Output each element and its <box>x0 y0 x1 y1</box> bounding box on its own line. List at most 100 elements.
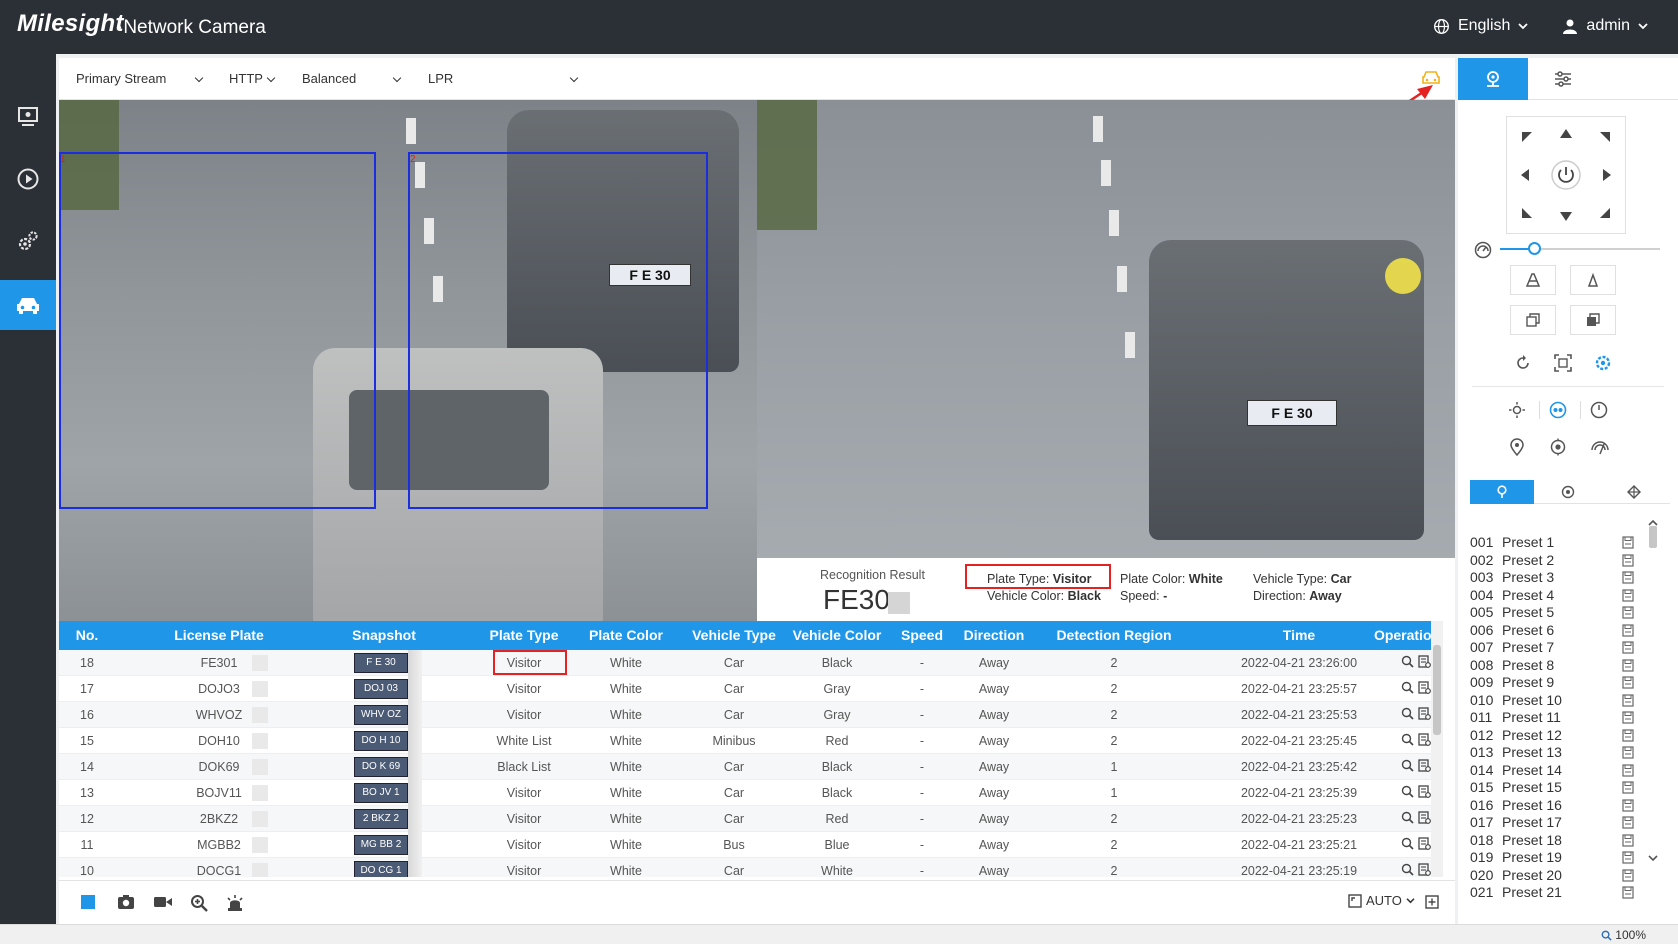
arrow-down-left-icon[interactable] <box>1522 208 1532 218</box>
preset-item[interactable]: 001 Preset 1 <box>1470 534 1640 552</box>
save-icon[interactable] <box>1622 816 1634 829</box>
quality-select[interactable]: Balanced <box>302 71 402 86</box>
ptz-speed-knob[interactable] <box>1528 242 1541 255</box>
tab-ptz-control[interactable] <box>1458 58 1528 100</box>
nav-live-view[interactable] <box>0 92 56 142</box>
3d-positioning-icon[interactable] <box>1549 401 1567 419</box>
preset-item[interactable]: 016 Preset 16 <box>1470 797 1640 815</box>
preset-item[interactable]: 018 Preset 18 <box>1470 832 1640 850</box>
arrow-up-right-icon[interactable] <box>1600 132 1610 142</box>
snapshot-thumbnail[interactable]: DOJ 03 <box>354 679 408 699</box>
preset-item[interactable]: 021 Preset 21 <box>1470 884 1640 902</box>
edit-list-icon[interactable] <box>1418 837 1431 850</box>
table-row[interactable]: 18 FE301 Visitor White Car Black - Away 2 2022-04… <box>59 650 1443 676</box>
save-icon[interactable] <box>1622 536 1634 549</box>
edit-list-icon[interactable] <box>1418 681 1431 694</box>
preset-item[interactable]: 012 Preset 12 <box>1470 727 1640 745</box>
preset-item[interactable]: 010 Preset 10 <box>1470 692 1640 710</box>
save-icon[interactable] <box>1622 763 1634 777</box>
edit-list-icon[interactable] <box>1418 785 1431 798</box>
search-icon[interactable] <box>1401 785 1414 798</box>
table-row[interactable]: 10 DOCG1 Visitor White Car White - Away 2 2022-04… <box>59 858 1443 877</box>
edit-list-icon[interactable] <box>1418 863 1431 876</box>
timer-icon[interactable] <box>1590 401 1608 419</box>
save-icon[interactable] <box>1622 711 1634 724</box>
refresh-icon[interactable] <box>1514 354 1532 372</box>
table-row[interactable]: 16 WHVOZ Visitor White Car Gray - Away 2 2022-04-… <box>59 702 1443 728</box>
save-icon[interactable] <box>1622 746 1634 759</box>
chevron-down-icon[interactable] <box>1648 854 1658 862</box>
save-icon[interactable] <box>1622 588 1634 602</box>
preset-item[interactable]: 011 Preset 11 <box>1470 709 1640 727</box>
preset-item[interactable]: 019 Preset 19 <box>1470 849 1640 867</box>
mode-select[interactable]: LPR <box>428 71 579 86</box>
wiper-icon[interactable] <box>1590 438 1610 456</box>
save-icon[interactable] <box>1622 851 1634 864</box>
preset-item[interactable]: 020 Preset 20 <box>1470 867 1640 885</box>
edit-list-icon[interactable] <box>1418 707 1431 720</box>
save-icon[interactable] <box>1622 693 1634 707</box>
fullscreen-icon[interactable] <box>1425 895 1439 909</box>
preset-item[interactable]: 014 Preset 14 <box>1470 762 1640 780</box>
save-icon[interactable] <box>1622 676 1634 689</box>
preset-scrollbar-thumb[interactable] <box>1649 526 1657 548</box>
search-icon[interactable] <box>1401 655 1414 668</box>
preset-item[interactable]: 006 Preset 6 <box>1470 622 1640 640</box>
preset-item[interactable]: 009 Preset 9 <box>1470 674 1640 692</box>
save-icon[interactable] <box>1622 623 1634 637</box>
arrow-down-icon[interactable] <box>1560 212 1572 221</box>
stream-select[interactable]: Primary Stream <box>76 71 204 86</box>
save-icon[interactable] <box>1622 833 1634 847</box>
search-icon[interactable] <box>1401 863 1414 876</box>
zoom-indicator[interactable]: 100% <box>1601 928 1646 942</box>
zoom-out-button[interactable] <box>1570 265 1616 295</box>
protocol-select[interactable]: HTTP <box>229 71 279 86</box>
preset-item[interactable]: 002 Preset 2 <box>1470 552 1640 570</box>
search-icon[interactable] <box>1401 759 1414 772</box>
snapshot-thumbnail[interactable]: DO H 10 <box>354 731 408 751</box>
location-pin-icon[interactable] <box>1508 438 1526 456</box>
save-icon[interactable] <box>1622 868 1634 882</box>
nav-playback[interactable] <box>0 154 56 204</box>
tab-patrols[interactable] <box>1536 480 1600 504</box>
light-icon[interactable] <box>1508 401 1526 419</box>
focus-near-button[interactable] <box>1510 305 1556 335</box>
preset-item[interactable]: 008 Preset 8 <box>1470 657 1640 675</box>
save-icon[interactable] <box>1622 886 1634 899</box>
nav-vehicle-management[interactable] <box>0 280 56 330</box>
camera-snapshot-icon[interactable] <box>117 894 135 910</box>
arrow-up-left-icon[interactable] <box>1522 132 1532 142</box>
edit-list-icon[interactable] <box>1418 811 1431 824</box>
arrow-down-right-icon[interactable] <box>1600 208 1610 218</box>
tab-presets[interactable] <box>1470 480 1534 504</box>
layout-select[interactable]: AUTO <box>1348 893 1415 908</box>
edit-list-icon[interactable] <box>1418 655 1431 668</box>
snapshot-thumbnail[interactable]: WHV OZ <box>354 705 408 725</box>
tab-patterns[interactable] <box>1602 480 1666 504</box>
edit-list-icon[interactable] <box>1418 733 1431 746</box>
live-video-left[interactable]: F E 30 1 2 <box>59 100 757 621</box>
search-icon[interactable] <box>1401 811 1414 824</box>
preset-item[interactable]: 017 Preset 17 <box>1470 814 1640 832</box>
snapshot-thumbnail[interactable]: DO K 69 <box>354 757 408 777</box>
save-icon[interactable] <box>1622 658 1634 672</box>
stop-icon[interactable] <box>81 895 95 909</box>
snapshot-thumbnail[interactable]: 2 BKZ 2 <box>354 809 408 829</box>
save-icon[interactable] <box>1622 728 1634 742</box>
table-row[interactable]: 13 BOJV11 Visitor White Car Black - Away 1 2022-0… <box>59 780 1443 806</box>
table-row[interactable]: 17 DOJO3 Visitor White Car Gray - Away 2 2022-04-… <box>59 676 1443 702</box>
snapshot-thumbnail[interactable]: F E 30 <box>354 653 408 673</box>
preset-item[interactable]: 004 Preset 4 <box>1470 587 1640 605</box>
preset-item[interactable]: 015 Preset 15 <box>1470 779 1640 797</box>
arrow-right-icon[interactable] <box>1603 169 1611 181</box>
search-icon[interactable] <box>1401 837 1414 850</box>
target-icon[interactable] <box>1549 438 1567 456</box>
zoom-in-button[interactable] <box>1510 265 1556 295</box>
arrow-left-icon[interactable] <box>1521 169 1529 181</box>
search-icon[interactable] <box>1401 681 1414 694</box>
snapshot-thumbnail[interactable]: DO CG 1 <box>354 861 408 877</box>
snapshot-thumbnail[interactable]: MG BB 2 <box>354 835 408 855</box>
scrollbar-thumb[interactable] <box>1433 645 1441 735</box>
save-icon[interactable] <box>1622 798 1634 812</box>
save-icon[interactable] <box>1622 571 1634 584</box>
